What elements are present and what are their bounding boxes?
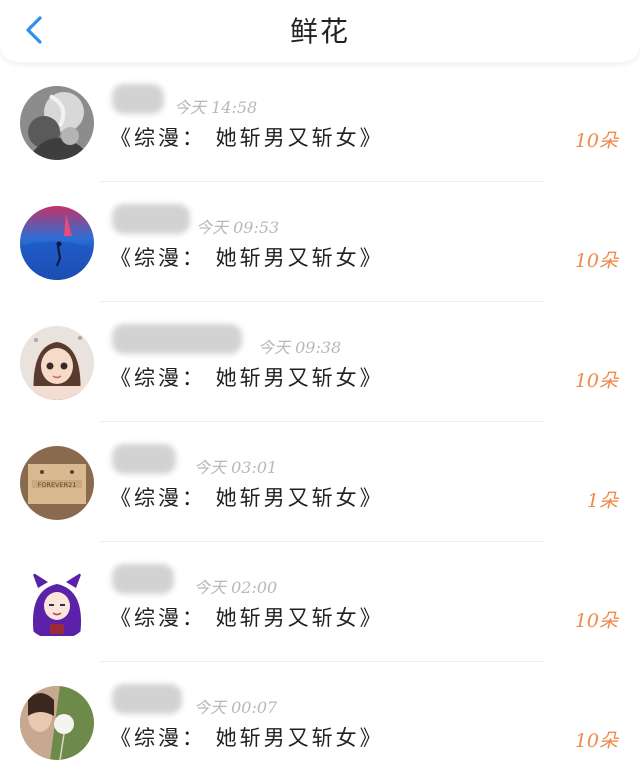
flower-count: 10朵 <box>574 730 618 752</box>
blurred-username <box>112 84 164 114</box>
gift-list: 今天 14:58 《综漫： 她斩男又斩女》 10朵 今天 09:53 《综漫： … <box>0 62 640 782</box>
blurred-username <box>112 444 176 474</box>
page-title: 鲜花 <box>289 15 350 48</box>
list-item[interactable]: 今天 09:53 《综漫： 她斩男又斩女》 10朵 <box>0 182 640 302</box>
book-title[interactable]: 《综漫： 她斩男又斩女》 <box>110 362 384 392</box>
flower-count: 10朵 <box>574 130 618 152</box>
timestamp: 今天 03:01 <box>194 458 278 477</box>
list-item[interactable]: 今天 14:58 《综漫： 她斩男又斩女》 10朵 <box>0 62 640 182</box>
book-title[interactable]: 《综漫： 她斩男又斩女》 <box>110 242 384 272</box>
avatar[interactable] <box>20 566 94 640</box>
timestamp: 今天 14:58 <box>174 98 258 117</box>
book-title[interactable]: 《综漫： 她斩男又斩女》 <box>110 722 384 752</box>
timestamp: 今天 02:00 <box>194 578 278 597</box>
list-item[interactable]: 今天 09:38 《综漫： 她斩男又斩女》 10朵 <box>0 302 640 422</box>
book-title[interactable]: 《综漫： 她斩男又斩女》 <box>110 482 384 512</box>
list-item[interactable]: 今天 02:00 《综漫： 她斩男又斩女》 10朵 <box>0 542 640 662</box>
timestamp: 今天 00:07 <box>194 698 278 717</box>
avatar[interactable] <box>20 206 94 280</box>
avatar[interactable] <box>20 686 94 760</box>
flower-count: 10朵 <box>574 370 618 392</box>
list-item[interactable]: FOREVER21 今天 03:01 《综漫： 她斩男又斩女》 1朵 <box>0 422 640 542</box>
book-title[interactable]: 《综漫： 她斩男又斩女》 <box>110 122 384 152</box>
blurred-username <box>112 684 182 714</box>
avatar[interactable]: FOREVER21 <box>20 446 94 520</box>
avatar[interactable] <box>20 326 94 400</box>
flower-count: 1朵 <box>586 490 618 512</box>
top-bar: 鲜花 <box>0 0 640 62</box>
svg-text:FOREVER21: FOREVER21 <box>38 481 77 489</box>
timestamp: 今天 09:38 <box>258 338 342 357</box>
blurred-username <box>112 204 190 234</box>
list-item[interactable]: 今天 00:07 《综漫： 她斩男又斩女》 10朵 <box>0 662 640 782</box>
timestamp: 今天 09:53 <box>196 218 280 237</box>
book-title[interactable]: 《综漫： 她斩男又斩女》 <box>110 602 384 632</box>
flower-count: 10朵 <box>574 250 618 272</box>
avatar[interactable] <box>20 86 94 160</box>
blurred-username <box>112 324 242 354</box>
flower-count: 10朵 <box>574 610 618 632</box>
blurred-username <box>112 564 174 594</box>
